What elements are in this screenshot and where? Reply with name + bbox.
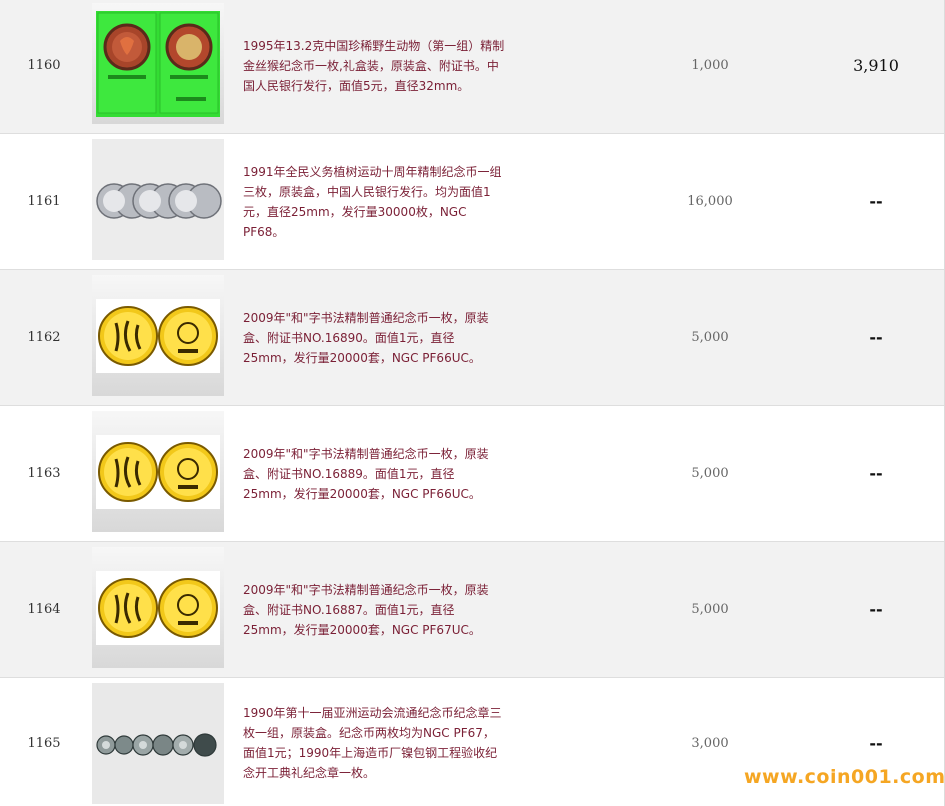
site-watermark: www.coin001.com bbox=[744, 766, 945, 788]
gold-coins-image bbox=[96, 299, 220, 373]
lot-thumbnail[interactable] bbox=[92, 683, 224, 804]
lot-thumbnail[interactable] bbox=[92, 139, 224, 260]
lot-estimate: 5,000 bbox=[691, 602, 729, 617]
gold-coins-image bbox=[96, 435, 220, 509]
lot-thumbnail[interactable] bbox=[92, 411, 224, 532]
lot-number: 1165 bbox=[27, 735, 61, 751]
lot-result: 3,910 bbox=[853, 56, 899, 75]
lot-estimate: 5,000 bbox=[691, 330, 729, 345]
lot-result: -- bbox=[869, 600, 883, 619]
lot-estimate: 5,000 bbox=[691, 466, 729, 481]
lot-result: -- bbox=[869, 464, 883, 483]
table-row[interactable]: 1164 2009年"和"字书法精制普通纪念币一枚，原装盒、附证书NO.1688… bbox=[0, 542, 944, 678]
lot-thumbnail[interactable] bbox=[92, 275, 224, 396]
gold-coins-image bbox=[96, 571, 220, 645]
lot-number: 1163 bbox=[27, 466, 61, 481]
lot-number: 1162 bbox=[27, 330, 61, 345]
green-box-image bbox=[96, 11, 220, 117]
auction-lot-table: 1160 1995年13.2克中国珍稀野生动物（第一组）精制金丝猴纪念币一枚,礼… bbox=[0, 0, 945, 806]
lot-number: 1160 bbox=[27, 58, 61, 73]
lot-description[interactable]: 1991年全民义务植树运动十周年精制纪念币一组三枚，原装盒，中国人民银行发行。均… bbox=[243, 134, 505, 269]
lot-estimate: 1,000 bbox=[691, 58, 729, 73]
lot-number: 1164 bbox=[27, 602, 61, 617]
lot-description[interactable]: 2009年"和"字书法精制普通纪念币一枚，原装盒、附证书NO.16890。面值1… bbox=[243, 270, 505, 405]
lot-result: -- bbox=[869, 192, 883, 211]
lot-description[interactable]: 2009年"和"字书法精制普通纪念币一枚，原装盒、附证书NO.16887。面值1… bbox=[243, 542, 505, 677]
lot-description[interactable]: 2009年"和"字书法精制普通纪念币一枚，原装盒、附证书NO.16889。面值1… bbox=[243, 406, 505, 541]
table-row[interactable]: 1162 2009年"和"字书法精制普通纪念币一枚，原装盒、附证书NO.1689… bbox=[0, 270, 944, 406]
table-row[interactable]: 1163 2009年"和"字书法精制普通纪念币一枚，原装盒、附证书NO.1688… bbox=[0, 406, 944, 542]
lot-description[interactable]: 1990年第十一届亚洲运动会流通纪念币纪念章三枚一组，原装盒。纪念币两枚均为NG… bbox=[243, 678, 505, 806]
small-coins-image bbox=[92, 683, 224, 804]
silver-coins-image bbox=[92, 139, 224, 260]
lot-thumbnail[interactable] bbox=[92, 3, 224, 124]
lot-thumbnail[interactable] bbox=[92, 547, 224, 668]
lot-number: 1161 bbox=[27, 194, 61, 209]
lot-estimate: 16,000 bbox=[687, 194, 733, 209]
lot-result: -- bbox=[869, 328, 883, 347]
table-row[interactable]: 1161 1991年全民义务植树运动十周年精制纪念币一组三枚，原装盒，中国人民银… bbox=[0, 134, 944, 270]
table-row[interactable]: 1160 1995年13.2克中国珍稀野生动物（第一组）精制金丝猴纪念币一枚,礼… bbox=[0, 0, 944, 134]
lot-description[interactable]: 1995年13.2克中国珍稀野生动物（第一组）精制金丝猴纪念币一枚,礼盒装，原装… bbox=[243, 0, 505, 133]
